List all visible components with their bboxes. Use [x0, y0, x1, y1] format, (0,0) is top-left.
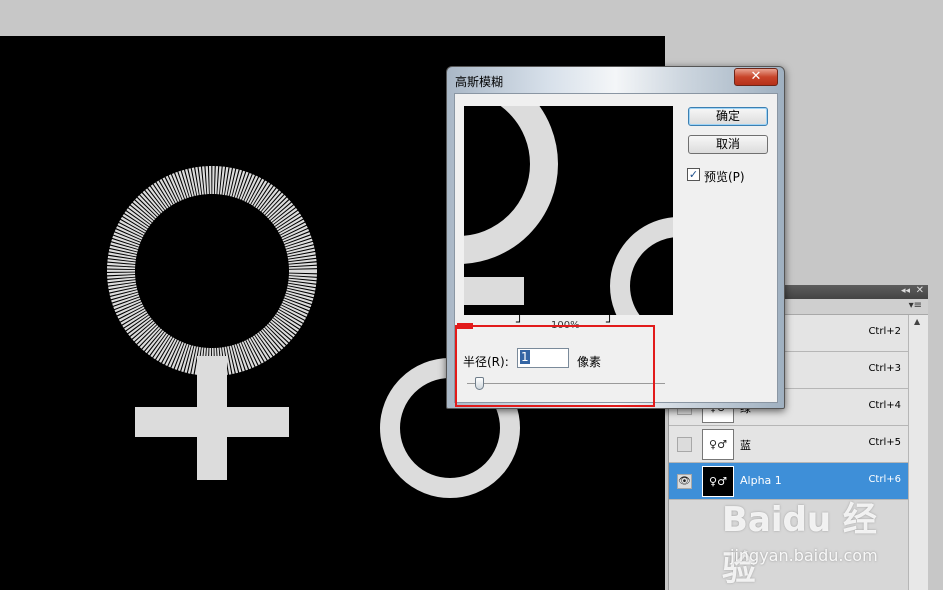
scroll-up-arrow-icon[interactable]: ▲ — [914, 317, 920, 326]
panel-scrollbar[interactable]: ▲ — [908, 315, 928, 590]
checkmark-icon: ✓ — [688, 168, 699, 181]
channel-name: Alpha 1 — [740, 474, 782, 487]
cancel-button[interactable]: 取消 — [688, 135, 768, 154]
channel-name: 蓝 — [740, 439, 751, 452]
eye-icon[interactable]: 👁 — [677, 474, 692, 489]
female-symbol — [107, 166, 317, 480]
preview-checkbox[interactable]: ✓ — [687, 168, 700, 181]
preview-checkbox-label[interactable]: 预览(P) — [704, 168, 745, 185]
channel-shortcut: Ctrl+5 — [868, 437, 901, 448]
channel-shortcut: Ctrl+3 — [868, 363, 901, 374]
channel-thumbnail: ♀♂ — [702, 429, 734, 460]
panel-menu-icon[interactable]: ▾≡ — [909, 300, 922, 311]
blur-preview[interactable] — [464, 106, 673, 315]
preview-image — [464, 106, 673, 315]
watermark-url: jingyan.baidu.com — [730, 546, 878, 565]
baidu-watermark: Baidu 经验 jingyan.baidu.com — [722, 492, 902, 589]
ok-button[interactable]: 确定 — [688, 107, 768, 126]
channel-shortcut: Ctrl+6 — [868, 474, 901, 485]
channel-shortcut: Ctrl+2 — [868, 326, 901, 337]
annotation-highlight-box — [455, 325, 655, 407]
dialog-title: 高斯模糊 — [455, 75, 504, 89]
visibility-toggle[interactable] — [677, 437, 692, 452]
channel-row[interactable]: ♀♂ 蓝 Ctrl+5 — [669, 426, 909, 463]
channel-shortcut: Ctrl+4 — [868, 400, 901, 411]
watermark-logo: Baidu 经验 — [722, 500, 877, 589]
dialog-close-button[interactable]: ✕ — [734, 68, 778, 86]
close-icon[interactable]: ✕ — [916, 285, 924, 296]
collapse-icon[interactable]: ◂◂ — [901, 286, 910, 296]
